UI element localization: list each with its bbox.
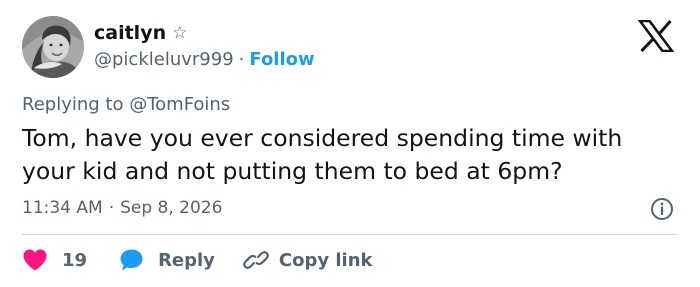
meta-separator: · xyxy=(108,198,115,218)
star-icon: ☆ xyxy=(172,23,188,43)
replying-to-mention[interactable]: @TomFoins xyxy=(129,94,230,115)
handle-separator: · xyxy=(238,49,245,70)
author-handle[interactable]: @pickleluvr999 xyxy=(94,49,234,70)
copy-link-button[interactable]: Copy link xyxy=(243,248,373,272)
replying-to-prefix: Replying to xyxy=(22,94,124,115)
copy-link-label: Copy link xyxy=(278,249,373,271)
speech-bubble-icon xyxy=(120,249,143,271)
divider xyxy=(22,234,678,235)
like-count: 19 xyxy=(62,249,88,271)
link-icon xyxy=(243,251,269,269)
reply-button[interactable]: Reply xyxy=(119,248,215,272)
follow-button[interactable]: Follow xyxy=(249,49,314,70)
author-display-name[interactable]: caitlyn xyxy=(94,22,166,44)
avatar[interactable] xyxy=(22,16,84,78)
author-name-row: caitlyn ☆ xyxy=(94,22,187,44)
heart-icon xyxy=(23,249,47,271)
tweet-meta: 11:34 AM · Sep 8, 2026 xyxy=(22,198,222,218)
x-logo-icon[interactable] xyxy=(638,20,674,52)
tweet-text: Tom, have you ever considered spending t… xyxy=(22,124,623,185)
tweet-date[interactable]: Sep 8, 2026 xyxy=(120,198,222,218)
author-handle-row: @pickleluvr999 · Follow xyxy=(94,49,315,70)
like-button[interactable]: 19 xyxy=(22,248,87,272)
action-bar: 19 Reply Copy link xyxy=(22,246,373,274)
reply-label: Reply xyxy=(158,249,215,271)
tweet-time[interactable]: 11:34 AM xyxy=(22,198,103,218)
avatar-image xyxy=(22,16,84,78)
info-icon[interactable] xyxy=(650,197,674,221)
replying-to: Replying to @TomFoins xyxy=(22,94,230,115)
